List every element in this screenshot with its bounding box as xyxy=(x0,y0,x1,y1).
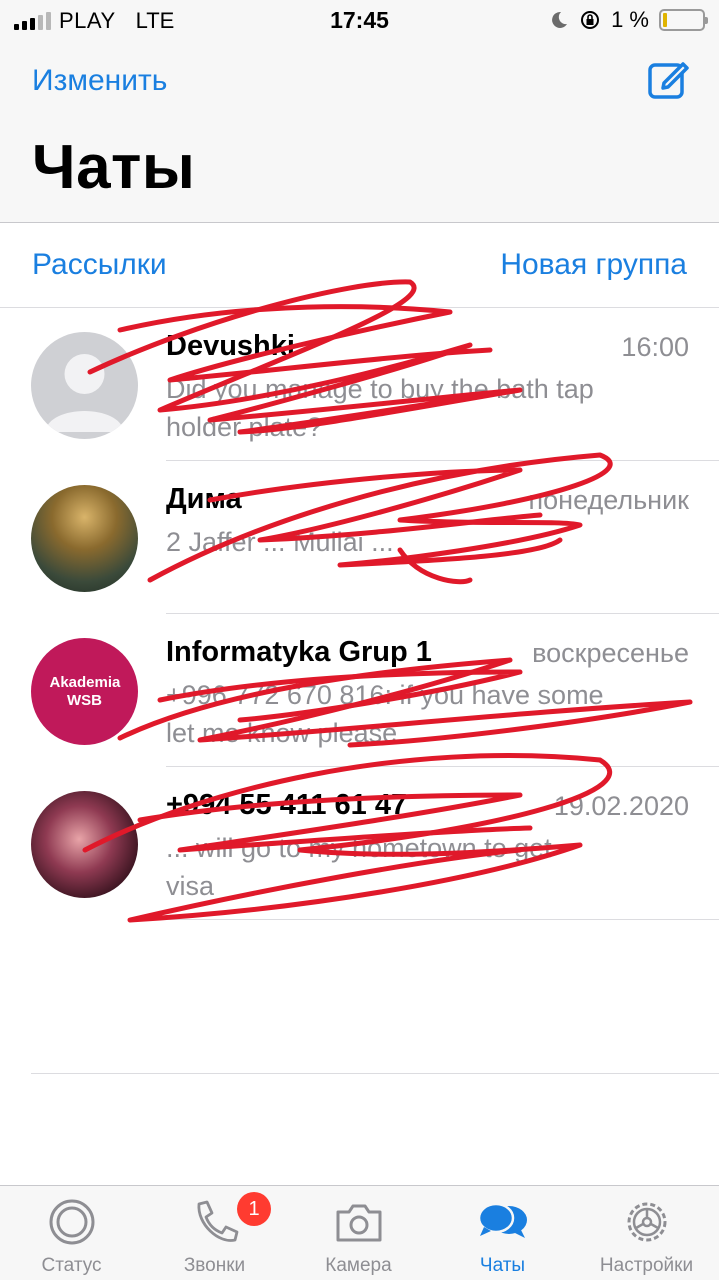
nav-header: Изменить Чаты xyxy=(0,40,719,223)
new-group-link[interactable]: Новая группа xyxy=(500,248,687,282)
status-bar-right: 1 % xyxy=(549,7,708,33)
chat-row[interactable]: +994 55 411 61 47 19.02.2020 ... will go… xyxy=(0,767,719,920)
compose-icon[interactable] xyxy=(647,58,689,100)
chat-name: Дима xyxy=(166,483,242,515)
broadcast-lists-link[interactable]: Рассылки xyxy=(32,248,167,282)
default-avatar-icon xyxy=(45,354,124,432)
tab-bar: Статус 1 Звонки Камера Чаты Настройки xyxy=(0,1185,719,1280)
chat-last-message: 2 Jaffer ... Mullai ... xyxy=(166,527,394,557)
chat-name: Informatyka Grup 1 xyxy=(166,636,432,668)
phone-icon xyxy=(197,1200,238,1242)
avatar xyxy=(31,332,138,439)
list-end-divider xyxy=(31,1073,719,1074)
lists-row: Рассылки Новая группа xyxy=(0,224,719,308)
battery-percent: 1 % xyxy=(611,7,649,32)
tab-chats[interactable]: Чаты xyxy=(431,1186,574,1280)
chat-row[interactable]: Akademia WSB Informatyka Grup 1 воскресе… xyxy=(0,614,719,767)
row-divider xyxy=(166,919,719,920)
tab-label: Чаты xyxy=(479,1255,526,1276)
page-title: Чаты xyxy=(32,133,196,202)
tab-settings[interactable]: Настройки xyxy=(575,1186,718,1280)
chat-last-message: Did you manage to buy the bath tap holde… xyxy=(166,374,594,442)
chat-name: +994 55 411 61 47 xyxy=(166,789,408,821)
avatar xyxy=(31,791,138,898)
edit-button[interactable]: Изменить xyxy=(32,64,167,98)
chat-time: понедельник xyxy=(528,485,689,515)
chat-name: Devushki xyxy=(166,330,295,362)
chat-last-message: ... will go to my hometown to get visa xyxy=(166,833,552,901)
tab-status[interactable]: Статус xyxy=(0,1186,143,1280)
chat-time: 19.02.2020 xyxy=(553,791,689,821)
avatar xyxy=(31,485,138,592)
battery-icon xyxy=(659,9,708,31)
tab-calls[interactable]: 1 Звонки xyxy=(143,1186,286,1280)
avatar-logo-text: Akademia WSB xyxy=(49,673,121,709)
chats-icon xyxy=(477,1202,527,1238)
chat-last-message: +996 772 670 816: if you have some let m… xyxy=(166,680,604,748)
status-bar: PLAY LTE 17:45 1 % xyxy=(0,0,719,40)
chat-time: 16:00 xyxy=(621,332,689,362)
tab-label: Настройки xyxy=(599,1255,694,1276)
tab-camera[interactable]: Камера xyxy=(287,1186,430,1280)
avatar: Akademia WSB xyxy=(31,638,138,745)
rotation-lock-icon xyxy=(581,11,600,29)
chat-row[interactable]: Дима понедельник 2 Jaffer ... Mullai ... xyxy=(0,461,719,614)
camera-icon xyxy=(336,1204,381,1242)
settings-gear-icon xyxy=(627,1202,666,1242)
moon-icon xyxy=(552,11,568,28)
tab-label: Звонки xyxy=(183,1255,246,1276)
chat-time: воскресенье xyxy=(532,638,689,668)
tab-label: Камера xyxy=(325,1255,392,1276)
chat-row[interactable]: Devushki 16:00 Did you manage to buy the… xyxy=(0,308,719,461)
tab-label: Статус xyxy=(41,1255,102,1276)
missed-calls-badge: 1 xyxy=(237,1192,271,1226)
status-icon xyxy=(49,1199,94,1245)
